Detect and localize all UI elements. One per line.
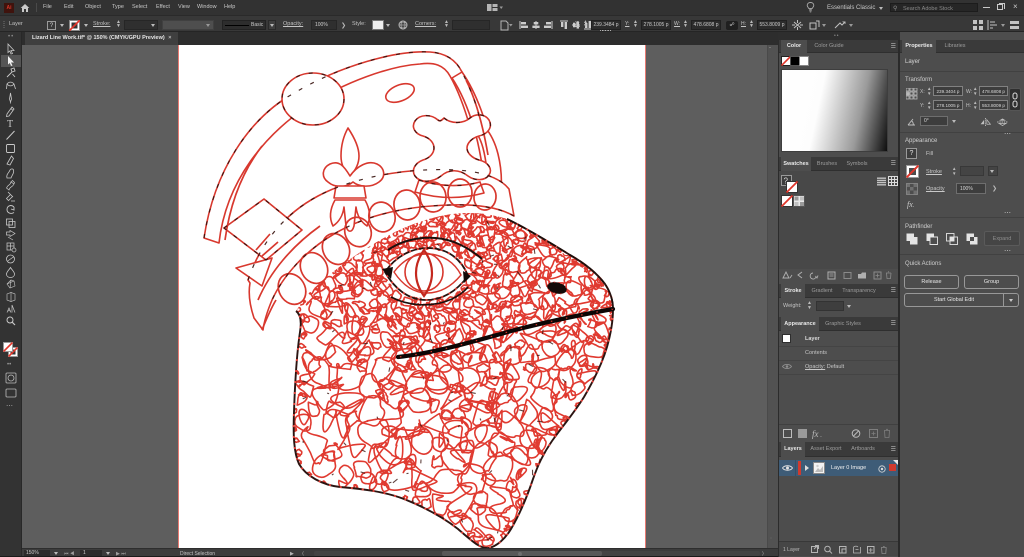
- svg-text:.: .: [820, 432, 822, 439]
- svg-text:T: T: [7, 119, 13, 130]
- svg-text:fx: fx: [812, 429, 819, 439]
